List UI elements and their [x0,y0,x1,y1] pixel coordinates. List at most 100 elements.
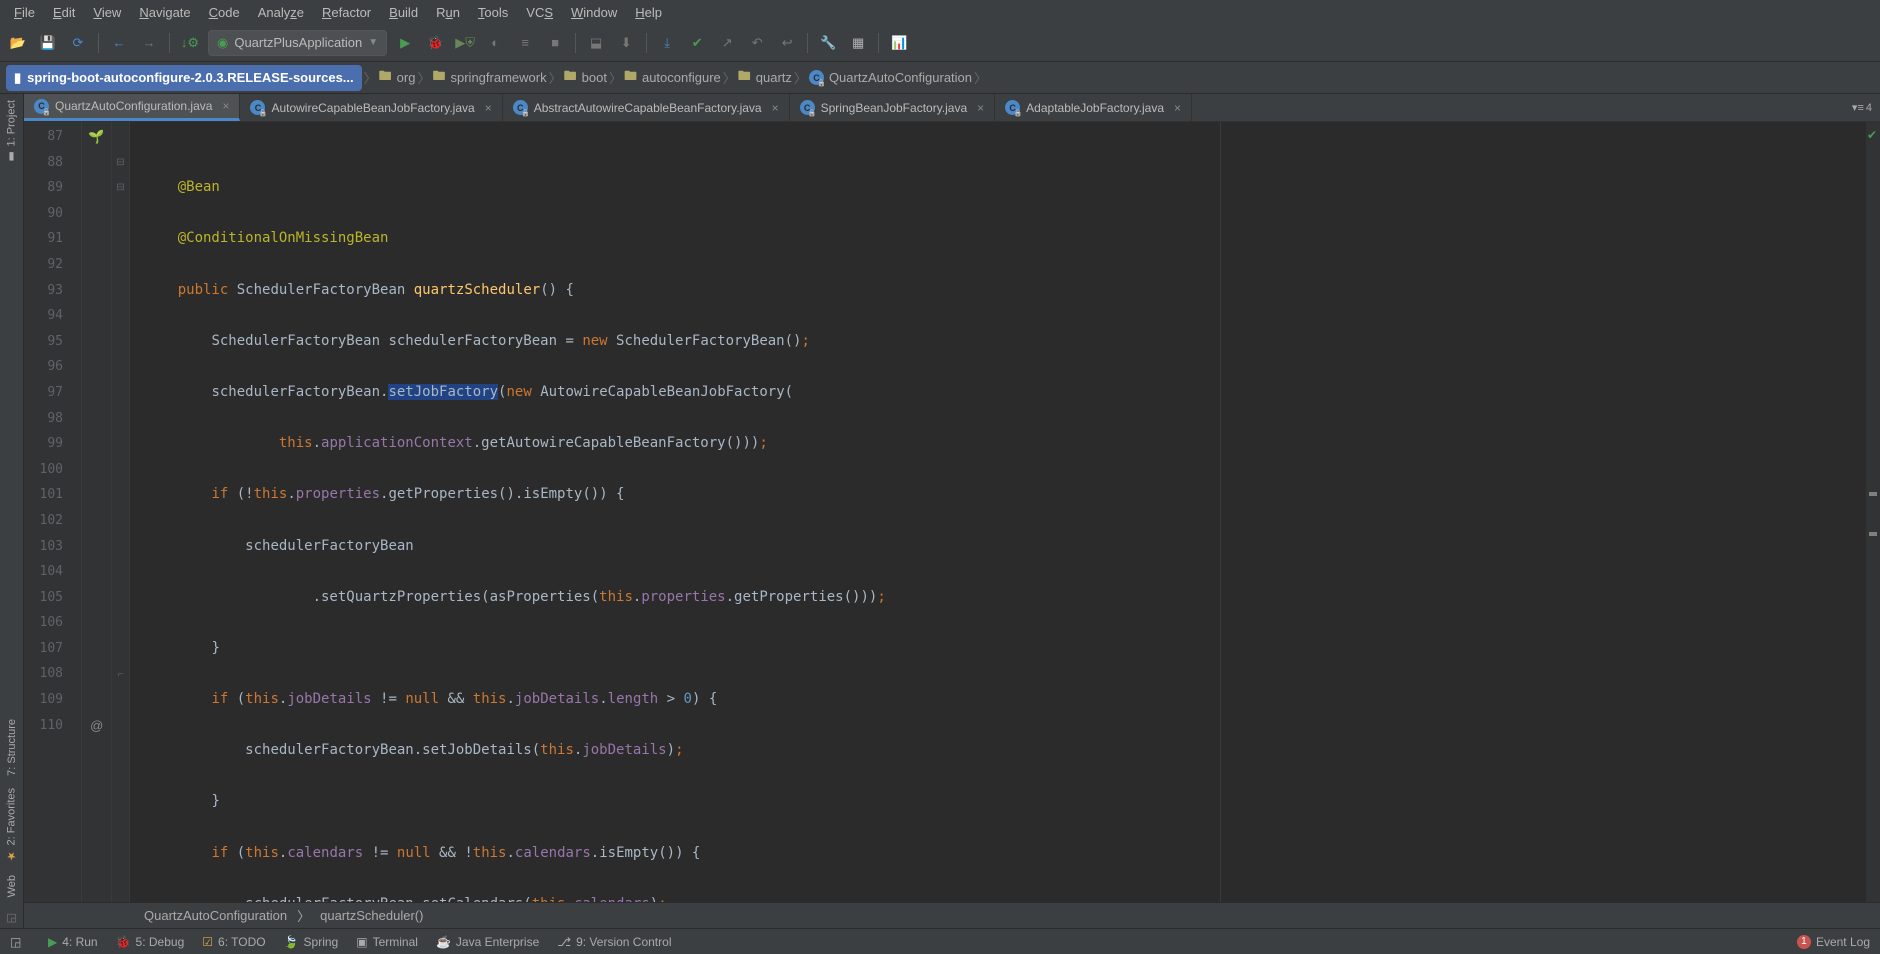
menu-vcs[interactable]: VCS [518,3,561,22]
fold-end-icon[interactable]: ⌐ [118,669,124,680]
class-icon: C [1005,100,1020,115]
status-javaee[interactable]: ☕Java Enterprise [436,935,539,949]
tab-abstract-autowire-capable-bean-factory[interactable]: C AbstractAutowireCapableBeanFactory.jav… [503,94,790,121]
star-icon: ★ [5,850,18,863]
menu-help[interactable]: Help [627,3,670,22]
sdk-icon[interactable]: 📊 [887,31,911,55]
menu-window[interactable]: Window [563,3,625,22]
menu-file[interactable]: File [6,3,43,22]
fold-toggle-icon[interactable]: ⊟ [116,182,124,193]
menu-edit[interactable]: Edit [45,3,83,22]
vcs-update-icon[interactable]: ⤓ [655,31,679,55]
download-icon[interactable]: ⬇ [614,31,638,55]
sync-icon[interactable]: ⟳ [66,31,90,55]
folder-icon: 🖿 [738,67,751,89]
make-project-icon[interactable]: ↓⚙ [178,31,202,55]
menu-refactor[interactable]: Refactor [314,3,379,22]
status-event-log[interactable]: 1Event Log [1797,935,1870,949]
stripe-mark[interactable] [1869,532,1877,536]
breadcrumb-springframework[interactable]: 🖿springframework [432,67,546,89]
vcs-revert-icon[interactable]: ↶ [745,31,769,55]
editor-area[interactable]: 8788899091929394959697989910010110210310… [24,122,1880,902]
selected-text: setJobFactory [388,384,498,400]
bean-gutter-icon[interactable]: 🌱 [88,129,104,145]
breadcrumb-class[interactable]: QuartzAutoConfiguration [144,908,287,923]
breadcrumb-boot[interactable]: 🖿boot [564,67,607,89]
menu-navigate[interactable]: Navigate [131,3,198,22]
close-tab-icon[interactable]: × [977,101,984,115]
concurrency-icon[interactable]: ≡ [513,31,537,55]
undo-icon[interactable]: ↩ [775,31,799,55]
status-spring[interactable]: 🍃Spring [284,935,339,949]
web-tool-button[interactable]: Web [6,869,18,903]
project-structure-icon[interactable]: ▦ [846,31,870,55]
folder-icon: 🖿 [624,67,637,89]
breadcrumb-class[interactable]: CQuartzAutoConfiguration [809,70,972,85]
menu-build[interactable]: Build [381,3,426,22]
favorites-tool-button[interactable]: ★ 2: Favorites [5,782,18,868]
error-stripe[interactable]: ✔ [1866,122,1880,902]
tab-spring-bean-job-factory[interactable]: C SpringBeanJobFactory.java × [790,94,996,121]
status-terminal[interactable]: ▣Terminal [356,935,418,949]
menu-tools[interactable]: Tools [470,3,516,22]
back-icon[interactable]: ← [107,31,131,55]
editor-tab-bar: C QuartzAutoConfiguration.java × C Autow… [24,94,1880,122]
line-number-gutter[interactable]: 8788899091929394959697989910010110210310… [24,122,82,902]
breadcrumb-method[interactable]: quartzScheduler() [320,908,423,923]
breadcrumb-quartz[interactable]: 🖿quartz [738,67,792,89]
close-tab-icon[interactable]: × [222,99,229,113]
close-tab-icon[interactable]: × [1174,101,1181,115]
tab-overflow[interactable]: ▾≡4 [1844,94,1880,121]
settings-icon[interactable]: 🔧 [816,31,840,55]
save-all-icon[interactable]: 💾 [36,31,60,55]
tab-quartz-autoconfiguration[interactable]: C QuartzAutoConfiguration.java × [24,94,240,121]
separator [169,33,170,53]
close-tab-icon[interactable]: × [485,101,492,115]
status-debug[interactable]: 🐞5: Debug [116,935,185,949]
debug-icon[interactable]: 🐞 [423,31,447,55]
run-icon[interactable]: ▶ [393,31,417,55]
status-bar: ◲ ▶4: Run 🐞5: Debug ☑6: TODO 🍃Spring ▣Te… [0,928,1880,954]
stripe-mark[interactable] [1869,492,1877,496]
run-config-selector[interactable]: ◉ QuartzPlusApplication ▼ [208,30,387,56]
vcs-history-icon[interactable]: ↗ [715,31,739,55]
class-icon: C [34,99,49,114]
attach-icon[interactable]: ⬓ [584,31,608,55]
forward-icon[interactable]: → [137,31,161,55]
status-run[interactable]: ▶4: Run [48,935,98,949]
chevron-right-icon: 〉 [549,68,562,87]
code-area[interactable]: @Bean @ConditionalOnMissingBean public S… [130,122,1866,902]
terminal-icon: ▣ [356,935,367,949]
stop-icon[interactable]: ■ [543,31,567,55]
profile-icon[interactable]: ◐ [483,31,507,55]
tool-window-toggle-icon[interactable]: ◲ [10,935,30,949]
project-chip[interactable]: ▮ spring-boot-autoconfigure-2.0.3.RELEAS… [6,65,362,91]
menu-run[interactable]: Run [428,3,468,22]
status-vcs[interactable]: ⎇9: Version Control [557,935,671,949]
chevron-right-icon: 〉 [297,906,310,925]
menu-view[interactable]: View [85,3,129,22]
separator [98,33,99,53]
fold-toggle-icon[interactable]: ⊟ [116,157,124,168]
tab-autowire-capable-bean-job-factory[interactable]: C AutowireCapableBeanJobFactory.java × [240,94,502,121]
structure-tool-button[interactable]: 7: Structure [6,713,18,782]
javaee-icon: ☕ [436,935,451,949]
tab-adaptable-job-factory[interactable]: C AdaptableJobFactory.java × [995,94,1192,121]
coverage-icon[interactable]: ▶⛨ [453,31,477,55]
class-icon: C [809,70,824,85]
menu-analyze[interactable]: Analyze [250,3,312,22]
open-icon[interactable]: 📂 [6,31,30,55]
breadcrumb-autoconfigure[interactable]: 🖿autoconfigure [624,67,721,89]
status-todo[interactable]: ☑6: TODO [202,935,265,949]
breadcrumb-org[interactable]: 🖿org [379,67,416,89]
todo-icon: ☑ [202,935,213,949]
run-icon: ▶ [48,935,57,949]
menu-code[interactable]: Code [201,3,248,22]
annotation-gutter-icon[interactable]: @ [90,718,103,733]
close-tab-icon[interactable]: × [772,101,779,115]
folder-icon: 🖿 [564,67,577,89]
toolbar: 📂 💾 ⟳ ← → ↓⚙ ◉ QuartzPlusApplication ▼ ▶… [0,24,1880,62]
vcs-commit-icon[interactable]: ✔ [685,31,709,55]
tool-window-toggle-icon[interactable]: ◲ [2,907,20,928]
project-tool-button[interactable]: ▮ 1: Project [5,94,18,169]
